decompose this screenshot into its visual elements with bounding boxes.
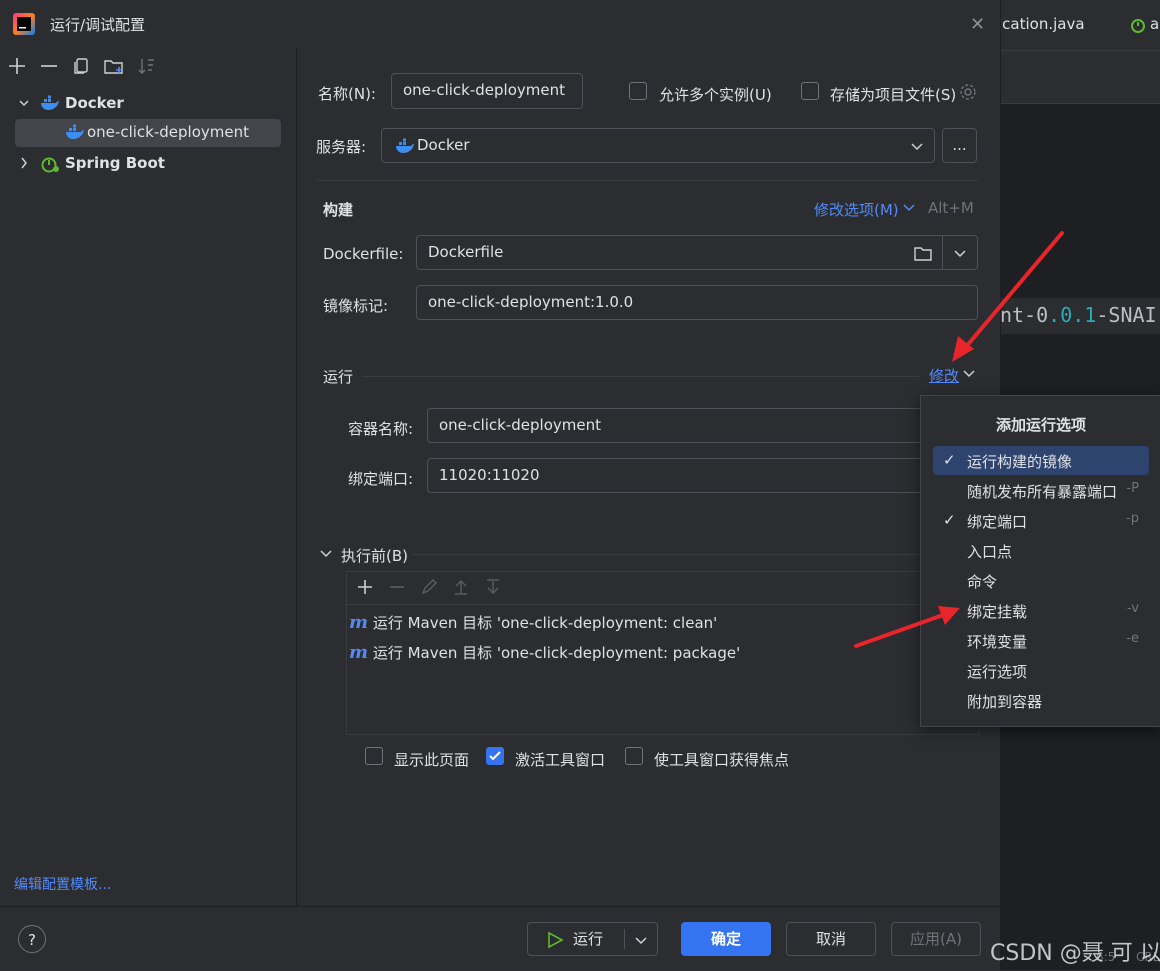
annotation-arrows <box>854 231 1064 648</box>
arrow-to-bind-mounts <box>854 606 960 648</box>
watermark: CSDN @聂 可 以 <box>990 941 1160 966</box>
arrow-to-modify-link <box>952 231 1064 362</box>
